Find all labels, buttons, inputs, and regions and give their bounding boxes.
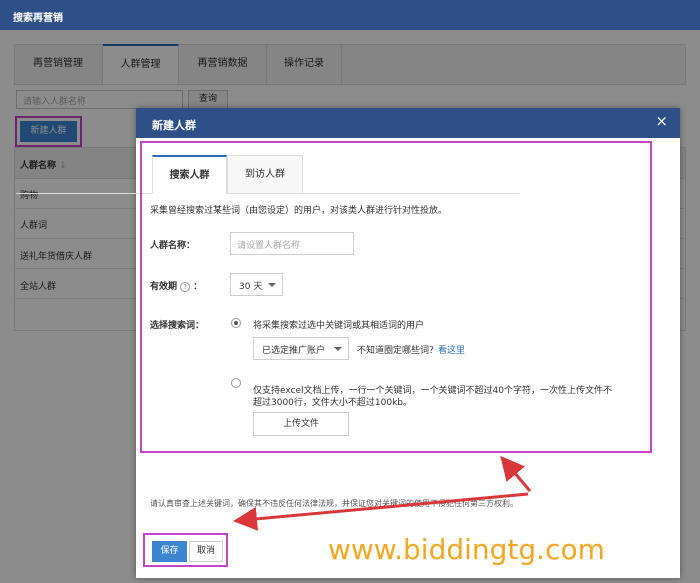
close-icon[interactable]: × bbox=[655, 114, 668, 129]
dialog-header: 新建人群 × bbox=[136, 108, 680, 138]
highlight-box-buttons bbox=[143, 533, 228, 567]
legal-notice: 请认真审查上述关键词，确保其不违反任何法律法规，并保证您对关键词的使用不侵犯任何… bbox=[150, 499, 518, 508]
app-title: 搜索再营销 bbox=[13, 13, 63, 24]
highlight-box-form bbox=[140, 141, 652, 453]
watermark: www.biddingtg.com bbox=[328, 533, 605, 566]
dialog-title: 新建人群 bbox=[152, 119, 196, 132]
app-header: 搜索再营销 bbox=[0, 0, 700, 30]
